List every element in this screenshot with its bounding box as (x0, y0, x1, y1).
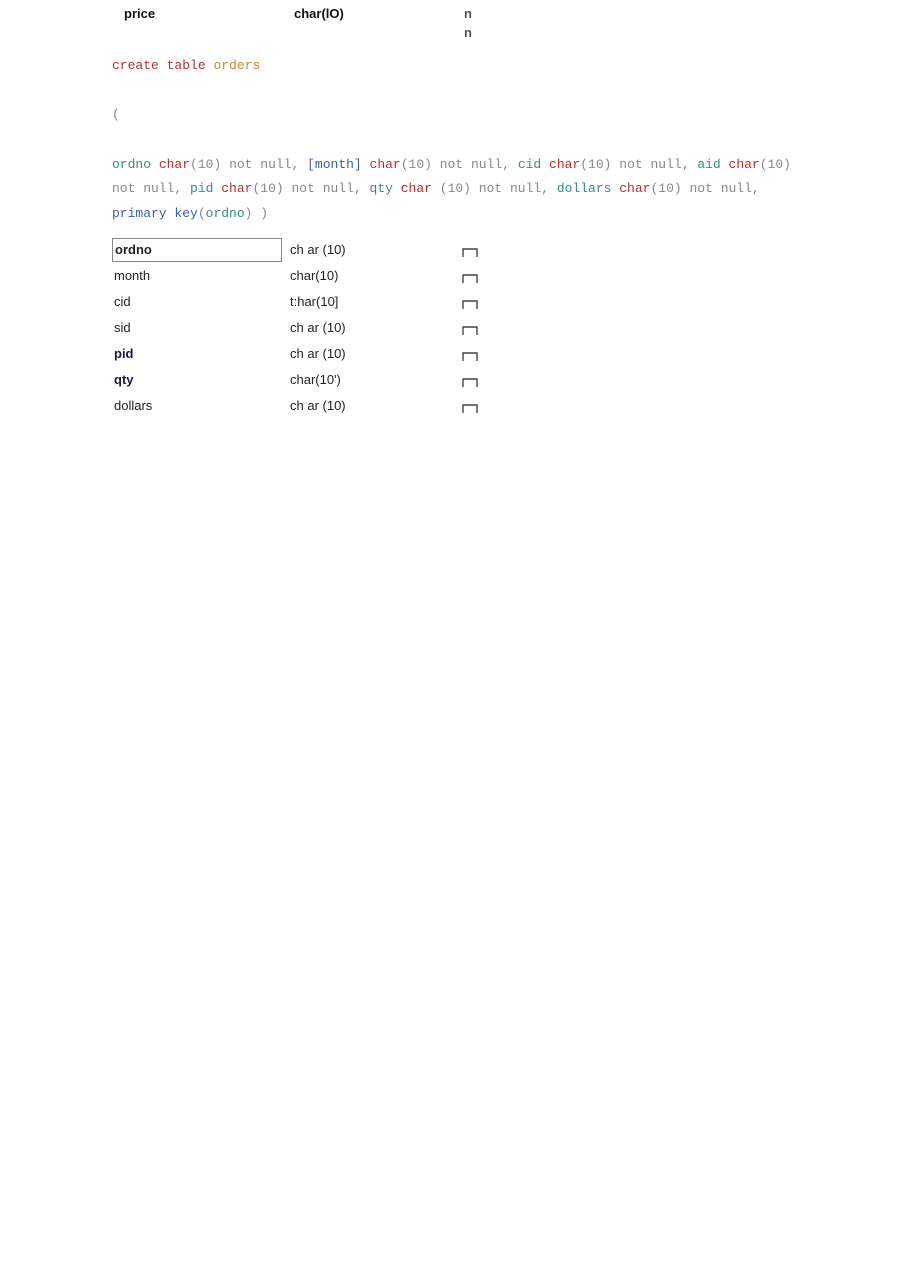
column-table: ordnoch ar (10)monthchar(10)cidt:har(10]… (112, 237, 880, 419)
kw-table: table (167, 58, 206, 73)
sql-arg: (10) (760, 157, 791, 172)
checkbox-icon (460, 242, 480, 258)
header-row: price char(lO) n (112, 6, 880, 21)
col-aid: aid (697, 157, 720, 172)
sql-rparen: ) (252, 206, 268, 221)
kw-notnull: not null, (479, 181, 549, 196)
column-name: ordno (112, 238, 282, 262)
sql-arg: (10) (650, 181, 681, 196)
checkbox-icon (460, 268, 480, 284)
sql-arg: (10) (432, 181, 471, 196)
column-name: month (112, 268, 290, 283)
sql-arg: (10) (580, 157, 611, 172)
sql-arg: (10) (401, 157, 432, 172)
kw-char: char (370, 157, 401, 172)
column-name: pid (112, 346, 290, 361)
header-right-2: n (464, 25, 484, 40)
col-cid: cid (518, 157, 541, 172)
column-type: char(10) (290, 268, 460, 283)
pk-col: ordno (206, 206, 245, 221)
kw-char: char (729, 157, 760, 172)
header-col-type: char(lO) (294, 6, 464, 21)
checkbox-icon (460, 294, 480, 310)
table-row: monthchar(10) (112, 263, 880, 289)
kw-primary-key: primary key (112, 206, 198, 221)
table-row: pidch ar (10) (112, 341, 880, 367)
kw-notnull: not null, (690, 181, 760, 196)
document-content: price char(lO) n n create table orders (… (0, 6, 920, 419)
col-ordno: ordno (112, 157, 151, 172)
column-type: ch ar (10) (290, 320, 460, 335)
header-col-price: price (112, 6, 294, 21)
sql-lparen: ( (112, 107, 120, 122)
kw-char: char (549, 157, 580, 172)
pk-lparen: ( (198, 206, 206, 221)
kw-char: char (619, 181, 650, 196)
column-name: cid (112, 294, 290, 309)
kw-notnull: not null, (619, 157, 689, 172)
kw-notnull: not null, (292, 181, 362, 196)
col-pid: pid (190, 181, 213, 196)
kw-char: char (221, 181, 252, 196)
kw-create: create (112, 58, 159, 73)
table-row: sidch ar (10) (112, 315, 880, 341)
column-type: ch ar (10) (290, 242, 460, 257)
checkbox-icon (460, 346, 480, 362)
sql-code-block: create table orders ( ordno char(10) not… (112, 54, 812, 227)
kw-char: char (401, 181, 432, 196)
table-row: cidt:har(10] (112, 289, 880, 315)
table-row: ordno ch ar (10) (112, 237, 880, 263)
table-row: qtychar(10') (112, 367, 880, 393)
kw-char: char (159, 157, 190, 172)
col-month: [month] (307, 157, 362, 172)
col-qty: qty (370, 181, 393, 196)
header-right-1: n (464, 6, 484, 21)
kw-notnull: not null, (440, 157, 510, 172)
column-type: ch ar (10) (290, 398, 460, 413)
header-row-2: n (112, 25, 880, 40)
checkbox-icon (460, 398, 480, 414)
kw-notnull: not null, (112, 181, 182, 196)
column-type: t:har(10] (290, 294, 460, 309)
table-row: dollarsch ar (10) (112, 393, 880, 419)
column-name: qty (112, 372, 290, 387)
tbl-orders: orders (213, 58, 260, 73)
column-type: char(10') (290, 372, 460, 387)
column-name: dollars (112, 398, 290, 413)
checkbox-icon (460, 372, 480, 388)
sql-arg: (10) (190, 157, 221, 172)
kw-notnull: not null, (229, 157, 299, 172)
col-dollars: dollars (557, 181, 612, 196)
checkbox-icon (460, 320, 480, 336)
column-name: sid (112, 320, 290, 335)
column-type: ch ar (10) (290, 346, 460, 361)
sql-arg: (10) (252, 181, 283, 196)
